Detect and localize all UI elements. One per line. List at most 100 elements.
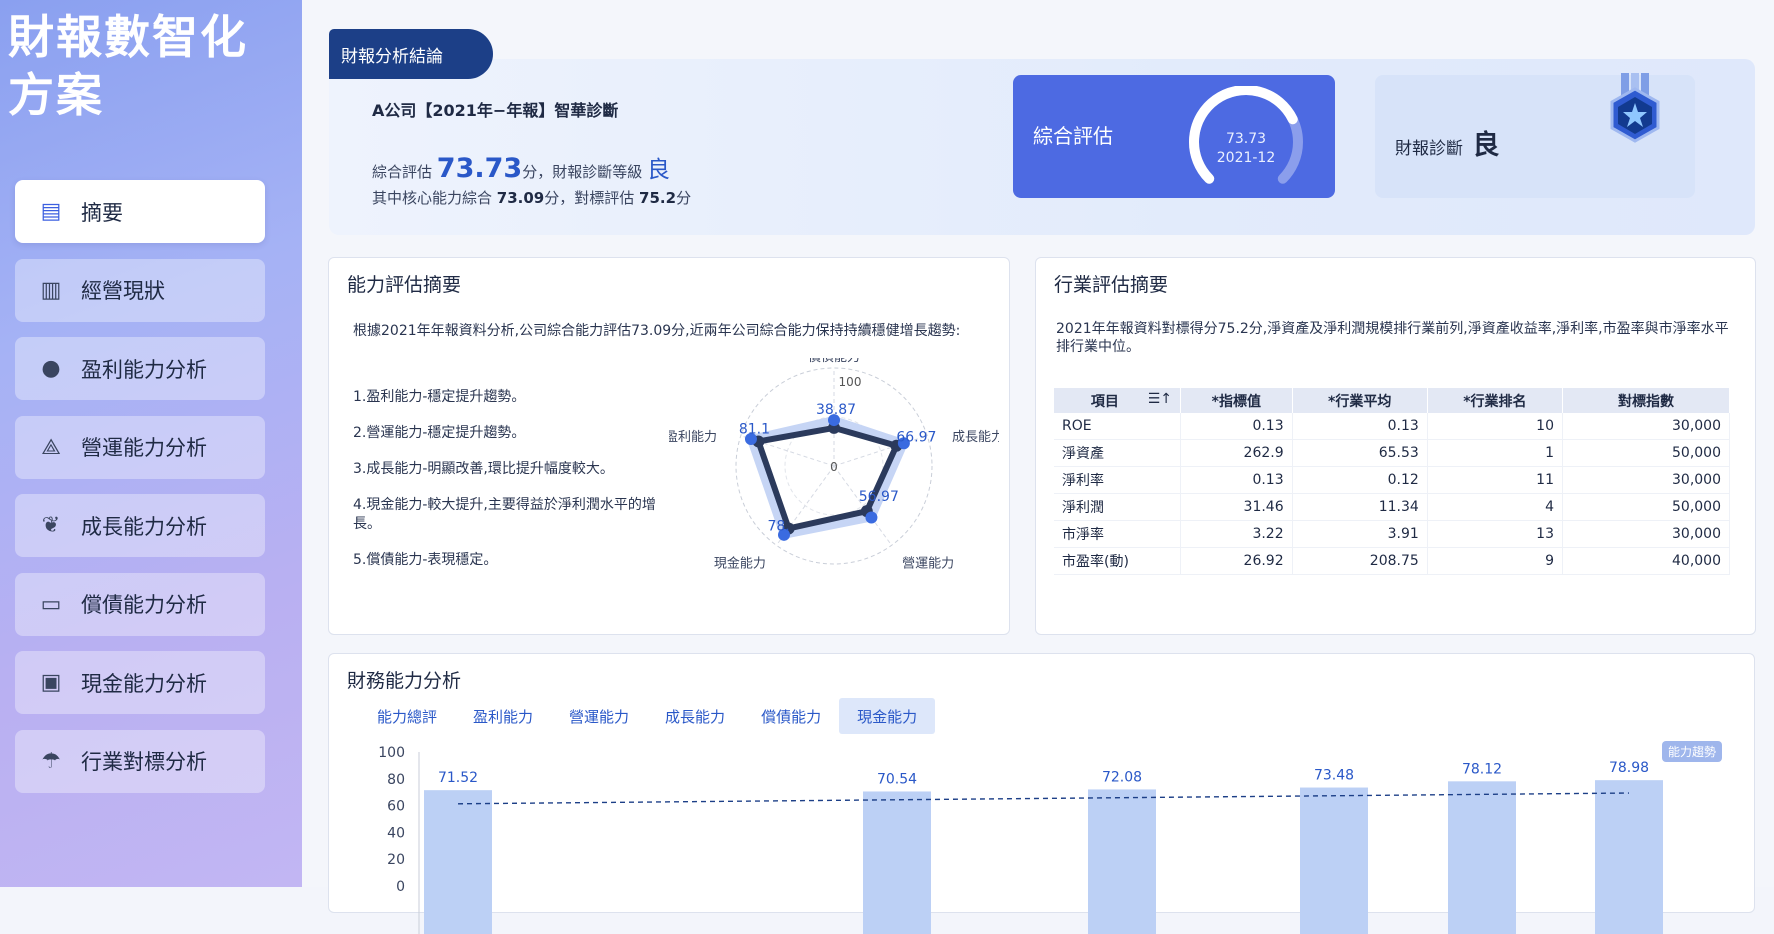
ability-point: 5.償債能力-表現穩定。 — [353, 552, 498, 568]
radar-max-label: 100 — [839, 375, 862, 389]
sidebar-item[interactable]: ☂ 行業對標分析 — [15, 729, 265, 793]
bar[interactable] — [424, 790, 492, 934]
ability-tabs: 能力總評 盈利能力 營運能力 成長能力 償債能力 現金能力 — [359, 698, 936, 734]
sort-icon[interactable]: ☰↑ — [1148, 391, 1172, 407]
piggy-bank-icon: ● — [41, 356, 61, 381]
radar-value-label: 66.97 — [896, 430, 936, 446]
leaf-icon: ❦ — [41, 513, 61, 538]
radar-point-outer — [865, 511, 878, 524]
core-score: 73.09 — [496, 189, 545, 207]
table-row[interactable]: 市淨率 3.22 3.91 13 30,000 — [1054, 520, 1730, 548]
table-cell: 65.53 — [1292, 439, 1428, 467]
ability-tab[interactable]: 營運能力 — [551, 698, 647, 734]
table-row[interactable]: 淨資產 262.9 65.53 1 50,000 — [1054, 439, 1730, 467]
sidebar-item[interactable]: ▭ 償債能力分析 — [15, 572, 265, 636]
column-header[interactable]: *指標值 — [1180, 388, 1293, 413]
table-cell: 30,000 — [1562, 520, 1730, 548]
score-mid: 分，財報診斷等級 — [522, 163, 643, 181]
conclusion-tag: 財報分析結論 — [329, 29, 493, 79]
bar[interactable] — [1595, 780, 1663, 934]
table-cell: 0.13 — [1180, 466, 1293, 494]
table-cell: 0.13 — [1292, 413, 1428, 440]
conclusion-title: A公司【2021年−年報】智華診斷 — [372, 101, 619, 120]
ability-tab[interactable]: 成長能力 — [647, 698, 743, 734]
bar[interactable] — [863, 791, 931, 934]
bar[interactable] — [1448, 781, 1516, 934]
table-cell: 3.91 — [1292, 520, 1428, 548]
ability-tab[interactable]: 現金能力 — [839, 698, 936, 734]
diagnosis-label: 財報診斷 良 — [1395, 123, 1499, 162]
table-row[interactable]: 淨利率 0.13 0.12 11 30,000 — [1054, 466, 1730, 494]
score-gauge: 73.73 2021-12 — [1189, 86, 1303, 184]
main-content: 財報分析結論 A公司【2021年−年報】智華診斷 綜合評估 73.73分，財報診… — [302, 0, 1774, 934]
sidebar-item[interactable]: ⟁ 營運能力分析 — [15, 415, 265, 479]
bar[interactable] — [1300, 787, 1368, 934]
table-cell-label: 淨利潤 — [1054, 493, 1181, 521]
ability-point: 4.現金能力-較大提升,主要得益於淨利潤水平的增長。 — [353, 497, 656, 532]
table-cell: 262.9 — [1180, 439, 1293, 467]
radar-center-label: 0 — [830, 460, 838, 474]
sidebar-item[interactable]: ▥ 經營現狀 — [15, 258, 265, 322]
conclusion-detail-line: 其中核心能力綜合 73.09分，對標評估 75.2分 — [372, 187, 691, 208]
bar-value-label: 78.98 — [1609, 760, 1649, 776]
column-header[interactable]: 對標指數 — [1562, 388, 1730, 413]
ability-tab[interactable]: 能力總評 — [359, 698, 455, 734]
score-prefix: 綜合評估 — [372, 163, 433, 181]
core-prefix: 其中核心能力綜合 — [372, 189, 493, 207]
document-icon: ▤ — [40, 199, 62, 224]
industry-table: 項目 ☰↑ *指標值 *行業平均 *行業排名 對標指數 ROE 0.13 0.13 10… — [1054, 388, 1730, 575]
industry-summary-panel: 行業評估摘要 2021年年報資料對標得分75.2分,淨資產及淨利潤規模排行業前列… — [1035, 257, 1756, 635]
sidebar-item[interactable]: ▣ 現金能力分析 — [15, 651, 265, 714]
y-tick-label: 20 — [387, 852, 405, 868]
ability-summary-panel: 能力評估摘要 根據2021年年報資料分析,公司綜合能力評估73.09分,近兩年公… — [328, 257, 1010, 635]
column-header[interactable]: 項目 ☰↑ — [1054, 388, 1181, 413]
conclusion-score-line: 綜合評估 73.73分，財報診斷等級 良 — [372, 150, 670, 184]
table-row[interactable]: 市盈率(動) 26.92 208.75 9 40,000 — [1054, 547, 1730, 575]
table-cell: 4 — [1427, 493, 1564, 521]
sidebar-item[interactable]: ● 盈利能力分析 — [15, 337, 265, 400]
sidebar-item-label: 摘要 — [81, 200, 123, 225]
table-cell: 0.12 — [1292, 466, 1428, 494]
table-row[interactable]: ROE 0.13 0.13 10 30,000 — [1054, 413, 1730, 440]
sidebar-item[interactable]: ▤ 摘要 — [15, 180, 265, 243]
industry-summary-intro: 2021年年報資料對標得分75.2分,淨資產及淨利潤規模排行業前列,淨資產收益率… — [1056, 321, 1729, 355]
table-cell: 40,000 — [1562, 547, 1730, 575]
table-cell: 3.22 — [1180, 520, 1293, 548]
sidebar-item-label: 償債能力分析 — [81, 593, 207, 617]
ability-bar-chart: 100 80 60 40 20 0 71.52 70.54 72.08 73.48 78.12 78.… — [378, 745, 1663, 934]
ability-radar-chart: 0 100 償債能力成長能力營運能力 現金能力 盈利能力 38.87 66.97 56.97 7… — [669, 358, 999, 571]
sidebar-item-label: 成長能力分析 — [81, 514, 207, 539]
table-cell: 31.46 — [1180, 493, 1293, 521]
ability-tab[interactable]: 盈利能力 — [455, 698, 551, 734]
gauge-period: 2021-12 — [1217, 150, 1276, 166]
radar-axis-label: 現金能力 — [714, 555, 766, 571]
table-header-row: 項目 ☰↑ *指標值 *行業平均 *行業排名 對標指數 — [1054, 388, 1730, 413]
industry-summary-title: 行業評估摘要 — [1054, 274, 1169, 296]
core-mid: 分，對標評估 — [544, 189, 635, 207]
sidebar-item-label: 現金能力分析 — [81, 671, 207, 696]
dashboard-icon: ▥ — [40, 277, 62, 303]
table-cell: 10 — [1427, 413, 1564, 440]
radar-axis-label: 盈利能力 — [669, 430, 717, 445]
gauge-score: 73.73 — [1226, 131, 1266, 147]
y-tick-label: 40 — [387, 825, 405, 841]
bar-value-label: 73.48 — [1314, 768, 1354, 784]
mushroom-icon: ☂ — [41, 748, 61, 774]
table-cell: 11 — [1427, 466, 1564, 494]
table-cell-label: 市淨率 — [1054, 520, 1181, 548]
y-tick-label: 0 — [396, 879, 405, 895]
bar[interactable] — [1088, 789, 1156, 934]
table-row[interactable]: 淨利潤 31.46 11.34 4 50,000 — [1054, 493, 1730, 521]
sidebar-item-label: 行業對標分析 — [81, 750, 207, 774]
table-cell-label: 淨資產 — [1054, 439, 1181, 467]
column-header[interactable]: *行業平均 — [1292, 388, 1428, 413]
medal-icon — [1610, 73, 1660, 143]
sidebar-item[interactable]: ❦ 成長能力分析 — [15, 494, 265, 557]
radar-value-label: 38.87 — [816, 402, 856, 418]
ability-point: 1.盈利能力-穩定提升趨勢。 — [353, 389, 526, 405]
radar-value-label: 56.97 — [859, 489, 899, 505]
sidebar-item-label: 營運能力分析 — [81, 436, 207, 460]
column-header[interactable]: *行業排名 — [1427, 388, 1564, 413]
ability-tab[interactable]: 償債能力 — [743, 698, 839, 734]
sidebar-item-label: 經營現狀 — [81, 279, 165, 303]
